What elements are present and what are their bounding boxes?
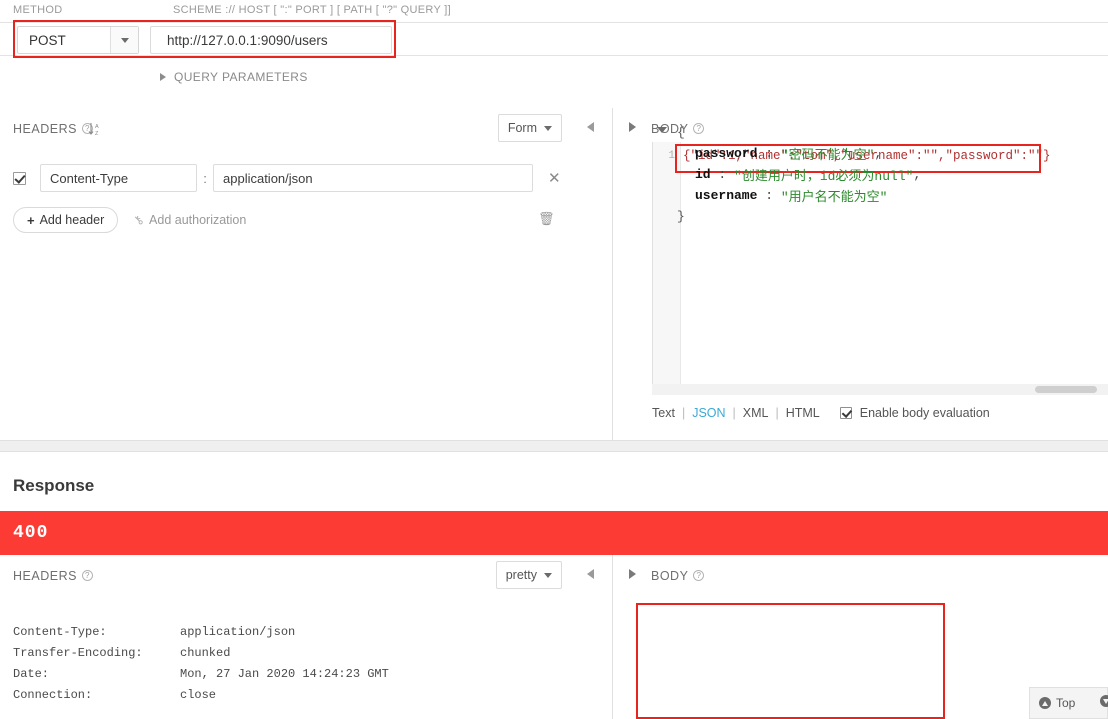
- header-key: Transfer-Encoding:: [13, 645, 143, 660]
- header-value: Mon, 27 Jan 2020 14:24:23 GMT: [180, 666, 389, 681]
- json-comma: ,: [913, 167, 922, 182]
- json-value: "用户名不能为空": [780, 190, 888, 205]
- method-select[interactable]: POST: [17, 26, 139, 54]
- query-parameters-toggle[interactable]: QUERY PARAMETERS: [160, 70, 308, 84]
- response-format-dropdown[interactable]: pretty: [495, 561, 562, 589]
- json-line: username : "用户名不能为空": [655, 185, 921, 206]
- method-value: POST: [29, 32, 66, 48]
- response-headers-table: Content-Type: application/json Transfer-…: [13, 621, 389, 705]
- trash-icon[interactable]: 🗑: [538, 211, 555, 227]
- json-line: {: [655, 122, 921, 143]
- url-bar-row: POST http://127.0.0.1:9090/users: [0, 22, 1108, 56]
- request-format-value: Form: [507, 121, 537, 135]
- add-header-label: Add header: [39, 213, 105, 227]
- header-separator: :: [203, 170, 207, 186]
- collapse-right-icon[interactable]: [629, 122, 636, 132]
- close-icon[interactable]: ✕: [548, 171, 561, 186]
- table-row: Date: Mon, 27 Jan 2020 14:24:23 GMT: [13, 663, 389, 684]
- format-option-text[interactable]: Text: [652, 406, 675, 420]
- response-headers-header: HEADERS? pretty: [0, 555, 612, 599]
- sort-az-icon[interactable]: A Z: [88, 122, 104, 136]
- json-comma: ,: [874, 146, 883, 161]
- response-title: Response: [13, 476, 95, 495]
- pane-splitter[interactable]: [0, 440, 1108, 452]
- url-bar-labels: METHOD SCHEME :// HOST [ ":" PORT ] [ PA…: [0, 4, 1108, 20]
- status-banner: 400: [0, 511, 1108, 555]
- scroll-to-top-button[interactable]: Top: [1029, 687, 1108, 719]
- request-area: METHOD SCHEME :// HOST [ ":" PORT ] [ PA…: [0, 0, 1108, 440]
- response-body-title: BODY?: [651, 569, 705, 583]
- add-header-button[interactable]: + Add header: [13, 207, 119, 233]
- request-headers-pane: HEADERS? A Z Form Content-Type : applica…: [0, 108, 613, 440]
- arrow-up-circle-icon: [1039, 697, 1051, 709]
- response-body-content: { password : "密码不能为空" , id : "创建用户时，id必须…: [655, 122, 921, 227]
- header-value: application/json: [180, 624, 296, 639]
- response-headers-pane: HEADERS? pretty Content-Type: applicatio…: [0, 555, 613, 719]
- collapse-right-icon[interactable]: [629, 569, 636, 579]
- chevron-right-icon: [160, 73, 166, 81]
- request-headers-header: HEADERS? A Z Form: [0, 108, 612, 152]
- help-circle-icon[interactable]: ?: [693, 570, 705, 581]
- response-headers-title: HEADERS?: [13, 569, 93, 583]
- rest-client-app: METHOD SCHEME :// HOST [ ":" PORT ] [ PA…: [0, 0, 1108, 719]
- json-line: }: [655, 206, 921, 227]
- header-key: Connection:: [13, 687, 93, 702]
- table-row: Content-Type: application/json: [13, 621, 389, 642]
- key-icon: ⚷: [130, 211, 147, 229]
- url-input[interactable]: http://127.0.0.1:9090/users: [150, 26, 392, 54]
- format-option-xml[interactable]: XML: [743, 406, 769, 420]
- close-brace: }: [677, 209, 685, 224]
- enable-body-evaluation-label: Enable body evaluation: [859, 406, 990, 420]
- table-row: Connection: close: [13, 684, 389, 705]
- query-parameters-label: QUERY PARAMETERS: [174, 70, 308, 84]
- json-key: username: [695, 188, 758, 203]
- json-line: id : "创建用户时，id必须为null" ,: [655, 164, 921, 185]
- json-line: password : "密码不能为空" ,: [655, 143, 921, 164]
- method-label: METHOD: [13, 4, 63, 16]
- url-input-overflow[interactable]: [396, 26, 1108, 54]
- plus-icon: +: [27, 212, 35, 228]
- header-key-input[interactable]: Content-Type: [40, 164, 197, 192]
- json-key: password: [695, 146, 758, 161]
- header-value: chunked: [180, 645, 231, 660]
- open-brace: {: [677, 125, 685, 140]
- json-key: id: [695, 167, 711, 182]
- add-authorization-label: Add authorization: [149, 213, 247, 227]
- json-value: "创建用户时，id必须为null": [734, 169, 914, 184]
- collapse-left-icon[interactable]: [587, 122, 594, 132]
- scheme-label: SCHEME :// HOST [ ":" PORT ] [ PATH [ "?…: [173, 4, 451, 16]
- header-enabled-checkbox[interactable]: [13, 171, 26, 185]
- header-row: Content-Type : application/json ✕: [0, 162, 613, 194]
- chevron-down-icon[interactable]: [110, 27, 138, 53]
- header-key: Content-Type:: [13, 624, 107, 639]
- editor-hscroll-thumb[interactable]: [1035, 386, 1097, 393]
- request-headers-title: HEADERS?: [13, 122, 93, 136]
- json-separator: :: [710, 167, 735, 182]
- collapse-left-icon[interactable]: [587, 569, 594, 579]
- add-authorization-button[interactable]: ⚷ Add authorization: [130, 211, 247, 229]
- format-option-html[interactable]: HTML: [786, 406, 820, 420]
- json-separator: :: [757, 146, 781, 161]
- top-label: Top: [1056, 696, 1076, 710]
- header-key: Date:: [13, 666, 50, 681]
- request-body-format-bar: Text | JSON | XML | HTML Enable body eva…: [652, 406, 990, 420]
- header-value: close: [180, 687, 217, 702]
- svg-text:Z: Z: [95, 131, 99, 136]
- format-option-json[interactable]: JSON: [692, 406, 725, 420]
- json-value: "密码不能为空": [780, 148, 875, 163]
- request-body-format-dropdown[interactable]: Form: [497, 114, 562, 142]
- response-body-header: BODY?: [614, 555, 1108, 599]
- header-actions: + Add header ⚷ Add authorization 🗑: [0, 204, 613, 236]
- arrow-down-circle-icon[interactable]: [1100, 695, 1108, 707]
- response-area: Response 400 HEADERS? pretty Content-Typ…: [0, 452, 1108, 719]
- json-separator: :: [757, 188, 781, 203]
- enable-body-evaluation-checkbox[interactable]: [839, 407, 852, 419]
- svg-text:A: A: [95, 124, 99, 130]
- response-format-value: pretty: [505, 568, 537, 582]
- help-circle-icon[interactable]: ?: [81, 570, 93, 581]
- status-code: 400: [13, 523, 49, 543]
- header-value-input[interactable]: application/json: [213, 164, 533, 192]
- table-row: Transfer-Encoding: chunked: [13, 642, 389, 663]
